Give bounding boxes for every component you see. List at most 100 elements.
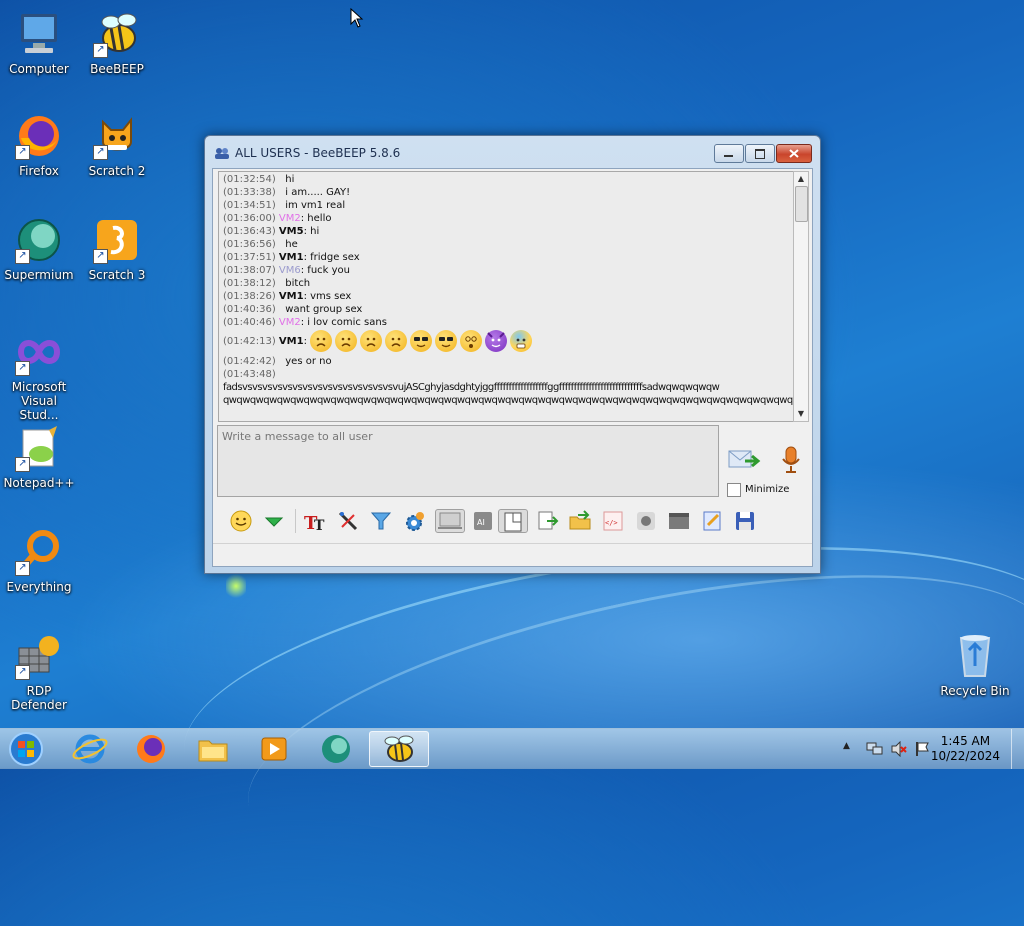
desktop-icon-rdp-defender[interactable]: ↗ RDP Defender	[0, 632, 78, 712]
close-window-button[interactable]	[776, 144, 812, 163]
desktop-icon-notepad-plus-plus[interactable]: ↗ Notepad++	[0, 424, 78, 490]
chat-message: (01:34:51) im vm1 real	[223, 200, 346, 211]
chat-message: (01:42:13) VM1:	[223, 329, 535, 355]
emoticons-button[interactable]	[229, 509, 253, 533]
close-icon	[789, 149, 799, 158]
chat-message: (01:37:51) VM1: fridge sex	[223, 252, 360, 263]
maximize-window-button[interactable]	[745, 144, 775, 163]
desktop-icon-computer[interactable]: Computer	[0, 10, 78, 76]
sender-name: VM1	[278, 336, 304, 347]
start-button[interactable]	[2, 731, 50, 767]
chat-message: (01:43:48)	[223, 369, 276, 380]
show-desktop-button[interactable]	[1011, 729, 1024, 769]
font-button[interactable]: TT	[303, 509, 327, 534]
anxious-face-icon	[510, 330, 533, 352]
status-bar	[213, 543, 812, 566]
window-client: (01:32:54) hi (01:33:38) i am..... GAY! …	[212, 168, 813, 567]
firefox-icon	[137, 735, 165, 763]
action-center-flag-icon[interactable]	[914, 741, 930, 757]
svg-text:AI: AI	[477, 518, 485, 527]
voice-message-button[interactable]	[779, 445, 803, 475]
color-pen-icon	[338, 511, 358, 531]
sender-name: VM2	[278, 317, 301, 328]
export-button[interactable]	[535, 509, 559, 533]
chat-message: (01:36:43) VM5: hi	[223, 226, 320, 237]
record-button[interactable]	[634, 509, 658, 533]
ai-icon: AI	[474, 512, 492, 530]
window-titlebar[interactable]: ALL USERS - BeeBEEP 5.8.6	[205, 136, 820, 168]
desktop-icon-scratch-2[interactable]: ↗ Scratch 2	[78, 112, 156, 178]
devil-face-icon	[485, 330, 508, 352]
chat-message: (01:38:26) VM1: vms sex	[223, 291, 352, 302]
message-input[interactable]: Write a message to all user	[217, 425, 719, 497]
sender-name: VM1	[278, 291, 304, 302]
minimize-checkbox-label: Minimize	[745, 484, 790, 495]
gear-icon	[406, 512, 424, 531]
share-desktop-button[interactable]	[435, 509, 465, 533]
send-message-icon	[728, 450, 761, 468]
scratch-3-icon: ↗	[93, 216, 141, 264]
save-chat-button[interactable]	[733, 509, 757, 533]
desktop-icon-supermium[interactable]: ↗ Supermium	[0, 216, 78, 282]
network-icon[interactable]	[866, 741, 884, 757]
file-explorer-icon	[198, 740, 228, 762]
minimize-window-button[interactable]	[714, 144, 744, 163]
screenshot-button[interactable]	[667, 509, 691, 533]
send-button[interactable]	[727, 445, 761, 475]
chat-message: (01:36:00) VM2: hello	[223, 213, 332, 224]
chat-message: (01:40:46) VM2: i lov comic sans	[223, 317, 387, 328]
desktop-icon-recycle-bin[interactable]: Recycle Bin	[936, 632, 1014, 698]
media-player-icon	[261, 737, 287, 761]
font-icon: TT	[304, 513, 325, 534]
desktop-icon-everything[interactable]: ↗ Everything	[0, 528, 78, 594]
show-hidden-icons-button[interactable]: ▲	[843, 741, 850, 751]
chat-toolbar: TT AI </>	[217, 505, 807, 541]
window-icon	[504, 512, 522, 532]
send-folder-button[interactable]	[568, 509, 592, 533]
taskbar: ▲ 1:45 AM 10/22/2024	[0, 728, 1024, 769]
taskbar-beebeep[interactable]	[369, 731, 429, 767]
desktop-icon-beebeep[interactable]: ↗ BeeBEEP	[78, 10, 156, 76]
mouse-cursor	[350, 8, 364, 28]
window-layout-button[interactable]	[498, 509, 528, 533]
shortcut-arrow-icon: ↗	[15, 361, 30, 376]
wallpaper-glow	[226, 572, 246, 600]
shortcut-arrow-icon: ↗	[15, 561, 30, 576]
sad-face-icon	[310, 330, 333, 352]
notes-button[interactable]	[700, 509, 724, 533]
shortcut-arrow-icon: ↗	[15, 145, 30, 160]
sender-name: VM2	[278, 213, 301, 224]
desktop-icon-scratch-3[interactable]: ↗ Scratch 3	[78, 216, 156, 282]
minimize-icon	[724, 155, 733, 157]
taskbar-media-player[interactable]	[246, 731, 302, 767]
taskbar-supermium[interactable]	[308, 731, 364, 767]
filter-icon	[370, 512, 392, 530]
filter-button[interactable]	[369, 509, 393, 533]
minimize-checkbox[interactable]	[727, 483, 741, 497]
clock-time: 1:45 AM	[940, 734, 991, 748]
svg-text:T: T	[314, 518, 325, 533]
green-arrow-icon	[264, 517, 284, 527]
beebeep-icon	[384, 735, 414, 762]
everything-search-icon: ↗	[15, 528, 63, 576]
desktop-icon-visual-studio[interactable]: ↗ Microsoft Visual Stud...	[0, 328, 78, 422]
ai-button[interactable]: AI	[471, 509, 495, 533]
taskbar-internet-explorer[interactable]	[62, 731, 118, 767]
taskbar-firefox[interactable]	[123, 731, 179, 767]
font-color-button[interactable]	[336, 509, 360, 533]
rdp-defender-icon: ↗	[15, 632, 63, 680]
chat-log[interactable]: (01:32:54) hi (01:33:38) i am..... GAY! …	[218, 171, 794, 422]
scroll-up-arrow-icon[interactable]: ▲	[794, 172, 808, 186]
taskbar-clock[interactable]: 1:45 AM 10/22/2024	[931, 734, 1000, 764]
scrollbar-thumb[interactable]	[795, 186, 808, 222]
volume-muted-icon[interactable]	[890, 741, 908, 757]
desktop-icon-firefox[interactable]: ↗ Firefox	[0, 112, 78, 178]
microphone-icon	[782, 446, 800, 473]
nudge-button[interactable]	[262, 509, 286, 533]
taskbar-file-explorer[interactable]	[185, 731, 241, 767]
code-button[interactable]: </>	[601, 509, 625, 533]
settings-button[interactable]	[402, 509, 426, 533]
beebeep-users-icon	[214, 145, 230, 159]
chat-log-scrollbar[interactable]: ▲ ▼	[793, 171, 809, 422]
scroll-down-arrow-icon[interactable]: ▼	[794, 407, 808, 421]
